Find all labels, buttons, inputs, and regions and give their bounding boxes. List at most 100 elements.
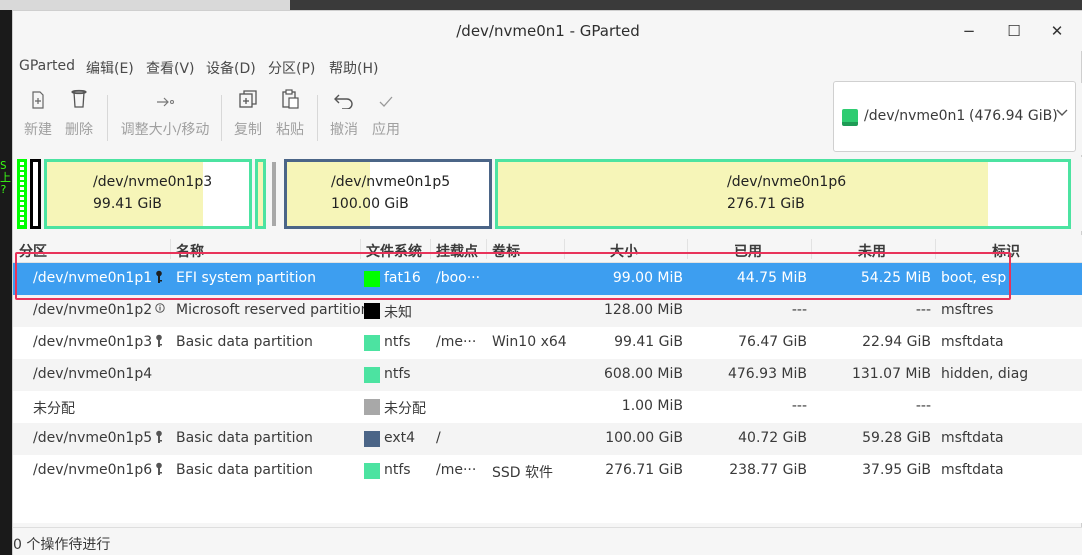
diskmap-segment-p6[interactable]: /dev/nvme0n1p6 276.71 GiB <box>495 159 1071 229</box>
cell-size: 128.00 MiB <box>603 302 683 318</box>
diskmap-segment-p1[interactable] <box>17 159 27 229</box>
filesystem-color-swatch <box>364 303 380 319</box>
cell-filesystem: 未分配 <box>384 401 426 417</box>
diskmap-segment-p3[interactable]: /dev/nvme0n1p3 99.41 GiB <box>44 159 252 229</box>
table-row[interactable]: /dev/nvme0n1p3 Basic data partition ntfs/m… <box>13 327 1082 359</box>
toolbar-separator <box>107 95 108 141</box>
cell-used: 40.72 GiB <box>738 430 807 446</box>
diskmap-segment-unallocated[interactable] <box>269 159 279 229</box>
cell-size: 99.41 GiB <box>614 334 683 350</box>
table-row[interactable]: /dev/nvme0n1p4 ntfs 608.00 MiB 476.93 MiB 13… <box>13 359 1082 391</box>
menu-view[interactable]: 查看(V) <box>146 58 195 78</box>
col-flags[interactable]: 标识 <box>992 241 1020 261</box>
delete-button[interactable]: 删除 <box>63 89 95 149</box>
cell-unused: 37.95 GiB <box>862 462 931 478</box>
menu-gparted[interactable]: GParted <box>19 58 75 74</box>
key-icon <box>155 430 163 447</box>
gparted-window: /dev/nvme0n1 - GParted − ☐ ✕ GParted 编辑(… <box>12 10 1082 555</box>
cell-filesystem: fat16 <box>384 270 421 286</box>
new-icon <box>21 89 55 119</box>
toolbar-separator <box>221 95 222 141</box>
minimize-button[interactable]: − <box>959 21 979 41</box>
filesystem-color-swatch <box>364 399 380 415</box>
copy-label: 复制 <box>234 122 262 138</box>
toolbar-separator <box>317 95 318 141</box>
p6-used-bar <box>498 162 989 226</box>
table-row[interactable]: /dev/nvme0n1p1 EFI system partition fat16 /… <box>13 263 1082 295</box>
cell-mountpoint: /me··· <box>436 462 477 478</box>
device-selector[interactable]: /dev/nvme0n1 (476.94 GiB) <box>833 81 1076 152</box>
menu-device[interactable]: 设备(D) <box>206 58 256 78</box>
resize-move-button[interactable]: 调整大小/移动 <box>117 89 213 149</box>
desktop-background <box>0 0 12 555</box>
close-button[interactable]: ✕ <box>1047 21 1067 41</box>
col-unused[interactable]: 未用 <box>812 241 886 261</box>
cell-filesystem: ntfs <box>384 334 411 350</box>
cell-flags: boot, esp <box>941 270 1007 286</box>
table-row[interactable]: /dev/nvme0n1p6 Basic data partition ntfs/m… <box>13 455 1082 487</box>
cell-unused: 59.28 GiB <box>862 430 931 446</box>
table-row[interactable]: /dev/nvme0n1p2 Microsoft reserved partiti… <box>13 295 1082 327</box>
maximize-button[interactable]: ☐ <box>1004 21 1024 41</box>
disk-icon <box>842 109 858 126</box>
cell-name: Basic data partition <box>176 334 313 350</box>
cell-partition: /dev/nvme0n1p3 <box>33 334 153 350</box>
p5-name: /dev/nvme0n1p5 <box>331 174 451 190</box>
p3-used-bar <box>47 162 203 226</box>
filesystem-color-swatch <box>364 431 380 447</box>
window-title: /dev/nvme0n1 - GParted <box>456 22 640 40</box>
apply-button[interactable]: 应用 <box>369 89 403 149</box>
col-size[interactable]: 大小 <box>565 241 638 261</box>
background-window-dark <box>290 0 1082 10</box>
cell-partition: /dev/nvme0n1p2 <box>33 302 153 318</box>
col-used[interactable]: 已用 <box>688 241 762 261</box>
copy-button[interactable]: 复制 <box>231 89 265 149</box>
key-icon <box>155 462 163 479</box>
col-mountpoint[interactable]: 挂载点 <box>436 241 478 261</box>
col-partition[interactable]: 分区 <box>19 241 47 261</box>
column-separator <box>360 239 361 259</box>
col-filesystem[interactable]: 文件系统 <box>366 241 422 261</box>
cell-used: 238.77 GiB <box>729 462 807 478</box>
cell-filesystem: 未知 <box>384 305 412 321</box>
info-icon <box>155 302 165 316</box>
partition-table: 分区 名称 文件系统 挂载点 卷标 大小 已用 未用 标识 /dev/nvme0… <box>13 235 1082 523</box>
new-button[interactable]: 新建 <box>21 89 55 149</box>
cell-name: Basic data partition <box>176 430 313 446</box>
filesystem-color-swatch <box>364 367 380 383</box>
cell-unused: 54.25 MiB <box>860 270 931 286</box>
table-row[interactable]: 未分配 未分配 1.00 MiB --- --- <box>13 391 1082 423</box>
col-label[interactable]: 卷标 <box>492 241 520 261</box>
trash-icon <box>63 89 95 119</box>
p5-size: 100.00 GiB <box>331 196 409 212</box>
cell-flags: msftdata <box>941 462 1004 478</box>
resize-move-icon <box>117 89 213 119</box>
table-row[interactable]: /dev/nvme0n1p5 Basic data partition ext4 / 1… <box>13 423 1082 455</box>
diskmap-segment-p5[interactable]: /dev/nvme0n1p5 100.00 GiB <box>284 159 492 229</box>
cell-partition: /dev/nvme0n1p5 <box>33 430 153 446</box>
menu-partition[interactable]: 分区(P) <box>268 58 315 78</box>
cell-partition: /dev/nvme0n1p1 <box>33 270 153 286</box>
chevron-down-icon <box>1056 106 1068 121</box>
cell-mountpoint: / <box>436 430 441 446</box>
cell-unused: --- <box>915 302 931 318</box>
undo-button[interactable]: 撤消 <box>327 89 361 149</box>
status-bar: 0 个操作待进行 <box>13 527 1082 555</box>
menu-edit[interactable]: 编辑(E) <box>86 58 134 78</box>
cell-flags: msftres <box>941 302 994 318</box>
terminal-glyphs: S 上 ? <box>0 159 11 196</box>
menu-help[interactable]: 帮助(H) <box>329 58 378 78</box>
paste-button[interactable]: 粘贴 <box>273 89 307 149</box>
delete-label: 删除 <box>65 122 93 138</box>
filesystem-color-swatch <box>364 463 380 479</box>
col-name[interactable]: 名称 <box>176 241 204 261</box>
key-icon <box>155 270 163 287</box>
cell-name: Microsoft reserved partition <box>176 302 370 318</box>
cell-size: 99.00 MiB <box>612 270 683 286</box>
diskmap-segment-p4[interactable] <box>255 159 266 229</box>
diskmap-segment-p2[interactable] <box>30 159 41 229</box>
cell-label: Win10 x64 <box>492 334 567 350</box>
cell-flags: hidden, diag <box>941 366 1029 382</box>
cell-used: 76.47 GiB <box>738 334 807 350</box>
cell-used: 44.75 MiB <box>736 270 807 286</box>
